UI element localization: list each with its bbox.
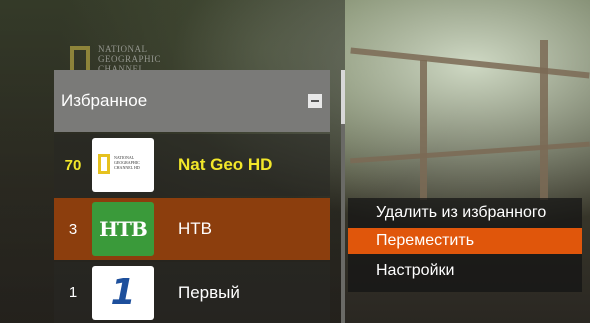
bridge-post (540, 40, 548, 200)
favorites-title: Избранное (61, 91, 148, 110)
ntv-logo-text: НТВ (99, 217, 148, 241)
channel-row-natgeo[interactable]: 70 NATIONAL GEOGRAPHIC CHANNEL HD Nat Ge… (54, 134, 330, 196)
first-channel-logo-icon: 1 (92, 265, 154, 320)
channel-name: НТВ (178, 219, 212, 238)
minus-box-icon[interactable] (308, 94, 322, 108)
channel-row-ntv[interactable]: 3 НТВ НТВ (54, 198, 330, 260)
ntv-logo-icon: НТВ (92, 202, 154, 256)
natgeo-logo-text: NATIONAL GEOGRAPHIC CHANNEL HD (114, 155, 140, 170)
context-menu: Удалить из избранного Переместить Настро… (348, 198, 582, 292)
channel-number: 70 (64, 156, 82, 174)
first-channel-logo-mark: 1 (110, 272, 136, 313)
bridge-rail (350, 47, 590, 79)
favorites-header: Избранное (54, 70, 330, 132)
channel-number: 3 (68, 220, 78, 238)
natgeo-logo-frame (98, 154, 110, 174)
bridge-post (420, 60, 427, 200)
channel-row-perviy[interactable]: 1 1 Первый (54, 262, 330, 323)
channel-number: 1 (68, 284, 78, 301)
bridge-rail (350, 141, 590, 164)
list-scrollbar[interactable] (341, 70, 345, 323)
scrollbar-thumb[interactable] (341, 70, 345, 124)
natgeo-logo-icon: NATIONAL GEOGRAPHIC CHANNEL HD (92, 138, 154, 192)
menu-item-settings[interactable]: Настройки (348, 258, 582, 284)
channel-name: Первый (178, 282, 240, 302)
menu-item-move[interactable]: Переместить (348, 228, 582, 254)
menu-item-remove-favorite[interactable]: Удалить из избранного (348, 200, 582, 226)
channel-name: Nat Geo HD (178, 155, 273, 174)
